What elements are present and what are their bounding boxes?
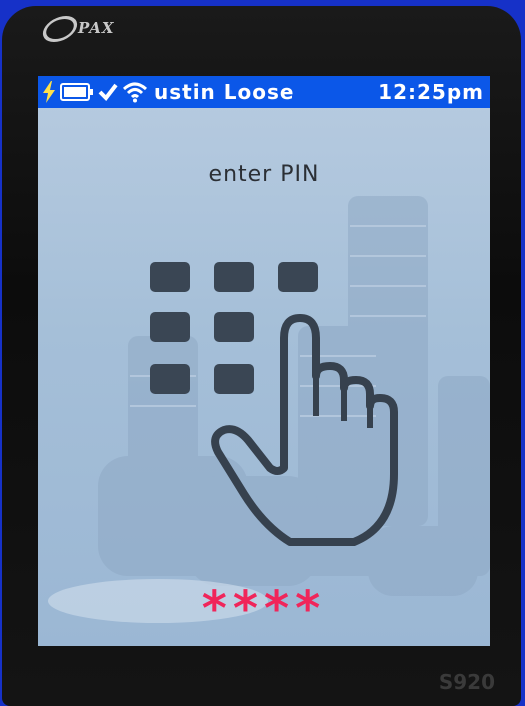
model-label: S920 [438,670,495,694]
brand-logo: PAX [37,16,114,42]
terminal-screen[interactable]: ustin Loose 12:25pm enter PIN **** [38,76,490,646]
brand-mark-icon [37,16,83,42]
pin-input-mask[interactable]: **** [38,581,490,637]
payment-terminal: PAX ustin Loose 12:25pm enter PIN **** S… [2,6,521,706]
hand-pressing-keypad-icon [150,262,398,546]
